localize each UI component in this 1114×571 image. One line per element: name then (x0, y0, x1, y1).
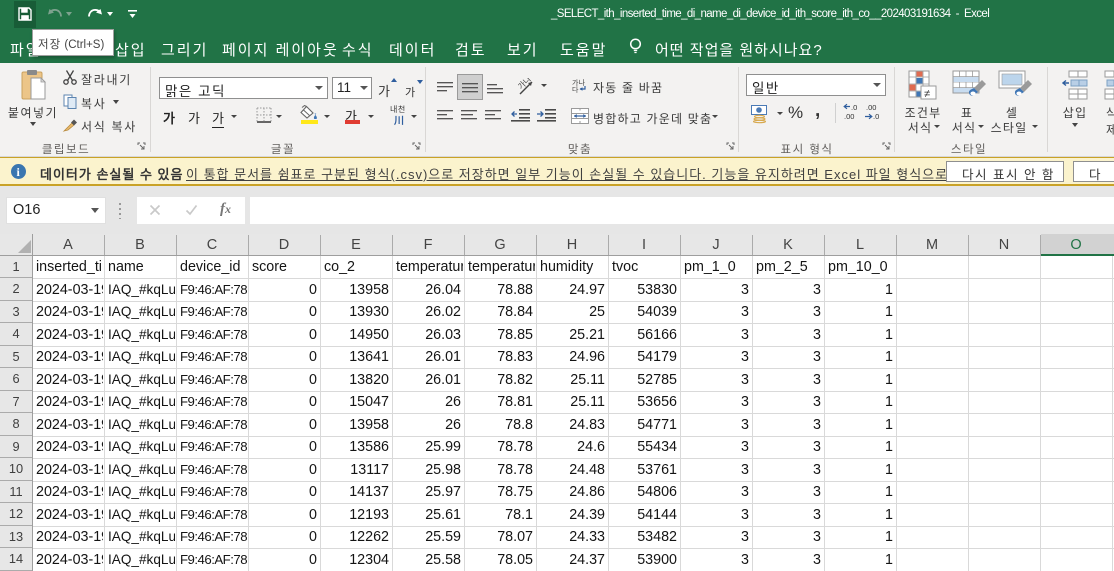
svg-text:≠: ≠ (924, 88, 930, 100)
svg-text:.00: .00 (866, 103, 876, 112)
svg-text:가나: 가나 (572, 78, 585, 87)
svg-text:.0: .0 (851, 103, 857, 112)
svg-text:.0: .0 (873, 112, 879, 121)
svg-text:다: 다 (572, 85, 579, 93)
svg-text:.00: .00 (844, 112, 854, 121)
